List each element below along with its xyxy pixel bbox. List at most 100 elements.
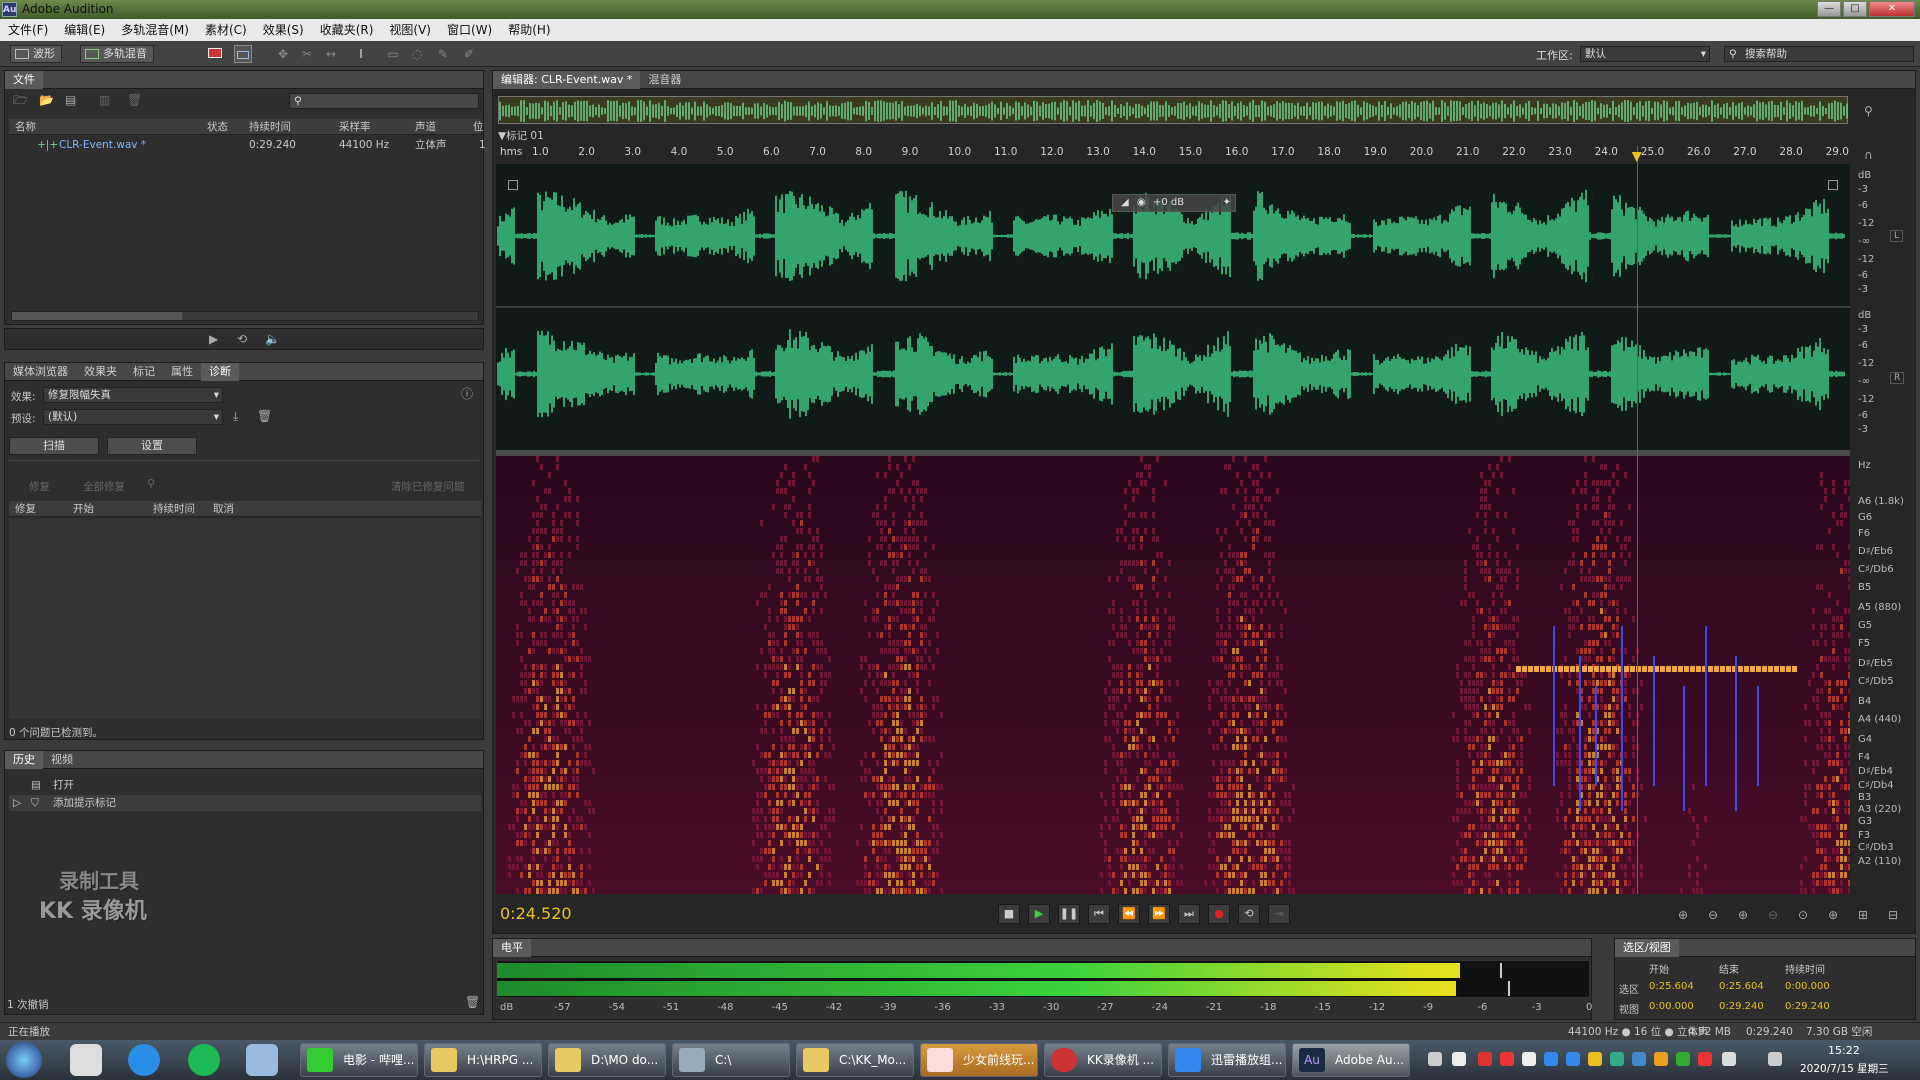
spectral-cell	[1512, 624, 1515, 630]
preset-value: (默认)	[48, 411, 78, 423]
col-duration[interactable]: 持续时间	[153, 501, 195, 517]
spectral-cell	[1116, 760, 1119, 766]
menu-view[interactable]: 视图(V)	[381, 19, 439, 41]
col-samplerate[interactable]: 采样率	[339, 119, 371, 135]
history-item-open[interactable]: ▤ 打开	[9, 777, 481, 793]
headphones-icon[interactable]: ∩	[1864, 148, 1873, 162]
spectral-pitch-icon[interactable]	[234, 45, 252, 63]
spectral-cell	[1504, 840, 1507, 846]
spectral-cell	[540, 680, 543, 686]
time-selection-tool-icon[interactable]: I	[352, 45, 370, 63]
maximize-button[interactable]: □	[1843, 1, 1867, 17]
spectral-cell	[520, 696, 523, 702]
channel-left-label[interactable]: L	[1890, 230, 1904, 242]
new-file-icon[interactable]: ▤	[65, 93, 76, 107]
overview-bar	[1573, 100, 1575, 122]
close-button[interactable]: ✕	[1869, 1, 1915, 17]
delete-preset-icon[interactable]: 🗑	[257, 409, 272, 423]
menu-multitrack[interactable]: 多轨混音(M)	[113, 19, 197, 41]
col-bits[interactable]: 位	[473, 119, 484, 135]
spectral-cell	[760, 776, 763, 782]
spectral-cell	[528, 816, 531, 822]
horizontal-scrollbar[interactable]	[11, 311, 479, 321]
corner-handle-icon[interactable]	[508, 180, 518, 190]
effect-select[interactable]: 修复限幅失真 ▾	[43, 387, 223, 403]
zoom-overview-icon[interactable]: ⚲	[1864, 104, 1873, 118]
col-name[interactable]: 名称	[15, 119, 36, 135]
overview-bar	[1543, 103, 1545, 119]
folder-open-icon[interactable]: 🗁	[13, 93, 28, 107]
col-start[interactable]: 开始	[73, 501, 94, 517]
preset-select[interactable]: (默认) ▾	[43, 409, 223, 425]
multitrack-view-button[interactable]: 多轨混音	[80, 45, 154, 63]
col-channels[interactable]: 声道	[415, 119, 436, 135]
spectral-cell	[1484, 728, 1487, 734]
col-duration[interactable]: 持续时间	[249, 119, 291, 135]
spectral-cell	[908, 464, 911, 470]
trash-icon[interactable]: 🗑	[465, 995, 480, 1009]
menu-clip[interactable]: 素材(C)	[197, 19, 255, 41]
marker-01[interactable]: ▼标记 01	[498, 128, 544, 143]
tab-video[interactable]: 视频	[43, 751, 81, 769]
lasso-tool-icon[interactable]: ◌	[408, 45, 426, 63]
corner-handle-icon[interactable]	[1828, 180, 1838, 190]
channel-right-label[interactable]: R	[1890, 372, 1905, 384]
spectral-cell	[892, 840, 895, 846]
marquee-tool-icon[interactable]: ▭	[384, 45, 402, 63]
menu-edit[interactable]: 编辑(E)	[56, 19, 113, 41]
delete-icon[interactable]: 🗑	[127, 93, 142, 107]
clear-repaired-button[interactable]: 清除已修复问题	[391, 479, 465, 494]
tab-files[interactable]: 文件	[5, 71, 43, 89]
spectral-cell	[796, 792, 799, 798]
zoom-to-icon[interactable]: ⚲	[147, 477, 155, 490]
loop-preview-icon[interactable]: ⟲	[237, 332, 247, 346]
settings-button[interactable]: 设置	[107, 437, 197, 455]
tab-mixer[interactable]: 混音器	[640, 71, 689, 89]
history-item-add-marker[interactable]: ▷ ⛉ 添加提示标记	[9, 795, 481, 811]
menu-help[interactable]: 帮助(H)	[500, 19, 558, 41]
tab-history[interactable]: 历史	[5, 751, 43, 769]
waveform-view-button[interactable]: 波形	[10, 45, 62, 63]
overview-bar	[1180, 102, 1182, 120]
menu-file[interactable]: 文件(F)	[0, 19, 56, 41]
tab-media-browser[interactable]: 媒体浏览器	[5, 363, 76, 381]
insert-multitrack-icon[interactable]: ▥	[99, 93, 110, 107]
spectral-cell	[1464, 720, 1467, 726]
overview-bar	[1738, 103, 1740, 119]
help-search-input[interactable]: ⚲ 搜索帮助	[1724, 46, 1914, 62]
repair-button[interactable]: 修复	[29, 479, 50, 494]
spectral-display[interactable]	[496, 456, 1851, 894]
menu-effects[interactable]: 效果(S)	[255, 19, 312, 41]
save-preset-icon[interactable]: ⤓	[233, 409, 238, 423]
col-status[interactable]: 状态	[207, 119, 228, 135]
slip-tool-icon[interactable]: ↔	[322, 45, 340, 63]
gain-hud[interactable]: ◢ ◉ +0 dB ✦	[1112, 194, 1236, 212]
spectral-frequency-icon[interactable]	[206, 45, 224, 63]
menu-window[interactable]: 窗口(W)	[439, 19, 500, 41]
brush-tool-icon[interactable]: ✎	[434, 45, 452, 63]
tab-markers[interactable]: 标记	[125, 363, 163, 381]
razor-tool-icon[interactable]: ✂	[298, 45, 316, 63]
menu-favorites[interactable]: 收藏夹(R)	[312, 19, 382, 41]
tab-properties[interactable]: 属性	[163, 363, 201, 381]
minimize-button[interactable]: —	[1817, 1, 1841, 17]
tab-effects-rack[interactable]: 效果夹	[76, 363, 125, 381]
col-repair[interactable]: 修复	[15, 501, 36, 517]
spot-healing-icon[interactable]: ✐	[460, 45, 478, 63]
tab-editor[interactable]: 编辑器: CLR-Event.wav *	[493, 71, 641, 89]
info-icon[interactable]: ⓘ	[461, 387, 473, 401]
scan-button[interactable]: 扫描	[9, 437, 99, 455]
overview-strip[interactable]	[498, 96, 1848, 124]
tab-diagnostics[interactable]: 诊断	[201, 363, 239, 381]
spectral-cell	[1156, 888, 1159, 894]
speaker-icon[interactable]: 🔈	[265, 332, 280, 346]
time-ruler[interactable]: hms 1.0 2.0 3.0 4.0 5.0 6.0 7.0 8.0 9.0 10.0 11.0 1…	[496, 146, 1850, 162]
play-preview-icon[interactable]: ▶	[209, 332, 218, 346]
col-cancel[interactable]: 取消	[213, 501, 234, 517]
move-tool-icon[interactable]: ✥	[274, 45, 292, 63]
repair-all-button[interactable]: 全部修复	[83, 479, 125, 494]
table-row[interactable]: +|+ CLR-Event.wav * 0:29.240 44100 Hz 立体…	[9, 137, 486, 153]
import-icon[interactable]: 📂	[39, 93, 54, 107]
files-search-input[interactable]: ⚲	[289, 93, 479, 109]
workspace-select[interactable]: 默认 ▾	[1580, 46, 1710, 62]
